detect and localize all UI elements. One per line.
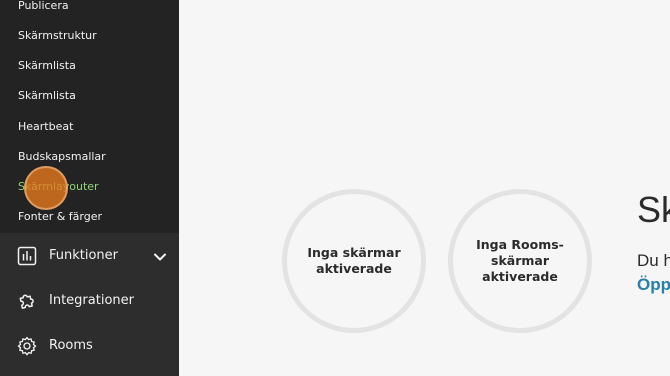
sidebar-item-integrationer[interactable]: Integrationer (0, 279, 179, 323)
stat-circle-rooms-screens: Inga Rooms-skärmar aktiverade (448, 189, 592, 333)
open-link[interactable]: Öpp (637, 275, 670, 295)
chevron-down-icon[interactable] (153, 249, 167, 263)
sidebar: Publicera Skärmstruktur Skärmlista Skärm… (0, 0, 179, 376)
submenu-item-budskapsmallar[interactable]: Budskapsmallar (18, 150, 106, 164)
submenu-item-skarmlista[interactable]: Skärmlista (18, 59, 76, 73)
sidebar-item-funktioner[interactable]: Funktioner (0, 234, 179, 278)
stat-label: Inga Rooms-skärmar aktiverade (476, 237, 564, 284)
gear-icon (17, 336, 37, 356)
page-heading: Sk (637, 189, 670, 230)
main-content: Inga skärmar aktiverade Inga Rooms-skärm… (179, 0, 670, 376)
puzzle-icon (17, 291, 37, 311)
sidebar-submenu: Publicera Skärmstruktur Skärmlista Skärm… (0, 0, 179, 233)
sidebar-item-label: Integrationer (49, 293, 134, 308)
page-description: Du h (637, 251, 670, 270)
stat-circle-screens: Inga skärmar aktiverade (282, 189, 426, 333)
submenu-item-publicera[interactable]: Publicera (18, 0, 69, 13)
submenu-item-heartbeat[interactable]: Heartbeat (18, 120, 73, 134)
bar-chart-icon (17, 246, 37, 266)
stat-label: Inga skärmar aktiverade (307, 245, 401, 276)
app-window: Publicera Skärmstruktur Skärmlista Skärm… (0, 0, 670, 376)
sidebar-item-label: Rooms (49, 338, 93, 353)
sidebar-item-rooms[interactable]: Rooms (0, 324, 179, 368)
submenu-item-skarmlista-2[interactable]: Skärmlista (18, 89, 76, 103)
submenu-item-skarmstruktur[interactable]: Skärmstruktur (18, 29, 97, 43)
submenu-item-fonter-farger[interactable]: Fonter & färger (18, 210, 102, 224)
sidebar-item-label: Funktioner (49, 248, 119, 263)
submenu-item-skarmlayouter[interactable]: Skärmlayouter (18, 180, 99, 194)
